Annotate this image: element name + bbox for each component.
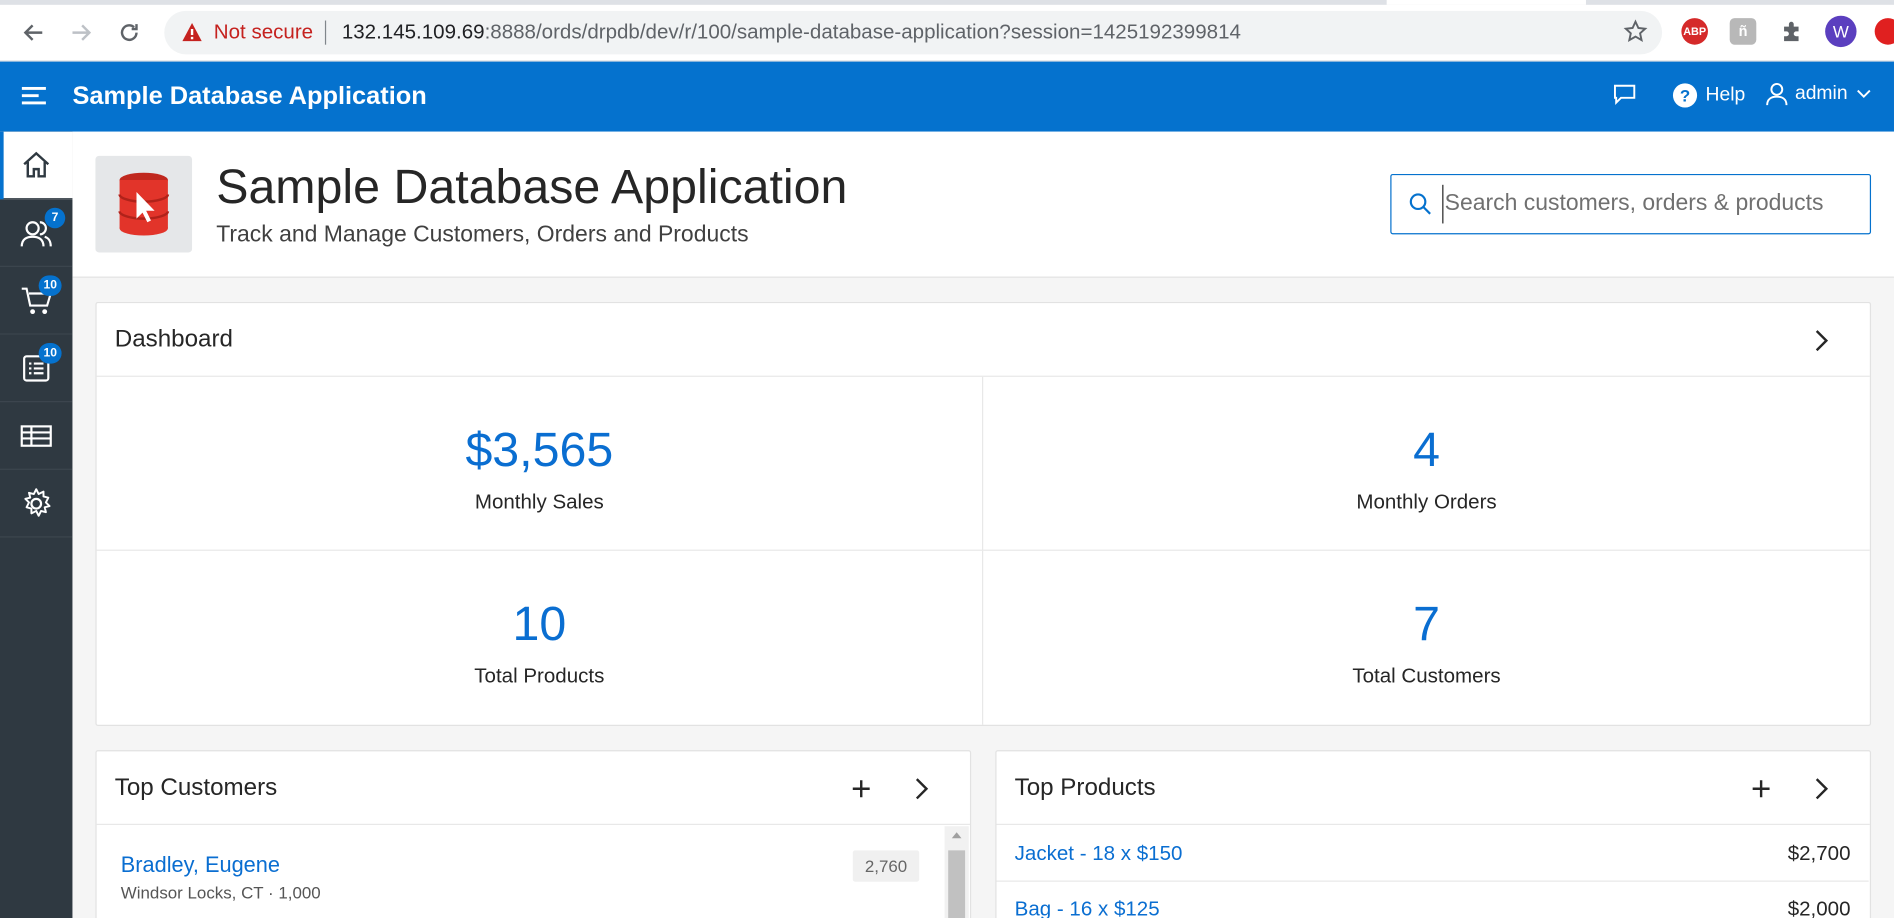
active-tab[interactable] — [1386, 0, 1586, 5]
nav-item-home[interactable] — [0, 131, 73, 200]
app-header: Sample Database Application ? Help admin — [0, 61, 1894, 132]
table-row[interactable]: Jacket - 18 x $150 $2,700 — [996, 826, 1869, 882]
metric-monthly-orders[interactable]: 4 Monthly Orders — [983, 377, 1870, 551]
extension-icon[interactable]: ñ — [1729, 18, 1757, 45]
puzzle-extensions-icon[interactable] — [1778, 18, 1805, 45]
help-button[interactable]: ? Help — [1672, 82, 1746, 109]
update-icon[interactable] — [1874, 18, 1894, 45]
nav-item-products[interactable]: 10 — [0, 335, 73, 403]
chevron-down-icon — [1856, 89, 1871, 98]
top-products-region: Top Products Jacket - 18 x $150 $2,700 B… — [995, 750, 1872, 918]
customer-name-link[interactable]: Bradley, Eugene — [121, 853, 280, 878]
orders-badge: 10 — [38, 275, 62, 296]
customer-details: Windsor Locks, CT · 1,000 — [120, 882, 321, 903]
dashboard-header: Dashboard — [96, 303, 1870, 377]
plus-icon — [852, 780, 870, 798]
scrollbar[interactable] — [944, 826, 969, 918]
metric-label: Total Customers — [1352, 664, 1501, 688]
metric-value: 4 — [1413, 423, 1440, 478]
add-product-button[interactable] — [1747, 774, 1776, 803]
home-icon — [23, 151, 50, 177]
scroll-up-arrow-icon[interactable] — [945, 826, 969, 843]
metric-value: 10 — [512, 597, 567, 652]
gear-icon — [24, 487, 51, 517]
tab-strip — [0, 0, 1894, 5]
top-customers-region: Top Customers Bradley, Eugene Windsor Lo… — [95, 750, 972, 918]
top-products-header: Top Products — [996, 751, 1870, 825]
forward-icon[interactable] — [64, 16, 98, 50]
main-content: Dashboard $3,565 Monthly Sales 4 Monthly… — [72, 277, 1894, 918]
feedback-icon[interactable] — [1611, 82, 1638, 106]
metric-label: Monthly Orders — [1356, 490, 1497, 514]
product-amount: $2,700 — [1787, 841, 1851, 865]
metric-total-products[interactable]: 10 Total Products — [97, 550, 984, 725]
help-label: Help — [1705, 84, 1746, 106]
warning-icon — [181, 22, 203, 49]
back-icon[interactable] — [17, 16, 51, 50]
product-link[interactable]: Bag - 16 x $125 — [1015, 897, 1160, 918]
nav-item-administration[interactable] — [0, 470, 73, 538]
database-icon — [118, 172, 170, 236]
search-field[interactable] — [1390, 173, 1872, 235]
url-text[interactable]: 132.145.109.69:8888/ords/drpdb/dev/r/100… — [342, 21, 1241, 45]
bookmark-star-icon[interactable] — [1623, 19, 1648, 49]
page-subtitle: Track and Manage Customers, Orders and P… — [216, 222, 749, 248]
omnibox-separator — [324, 20, 327, 45]
not-secure-label[interactable]: Not secure — [214, 21, 313, 45]
top-customers-header: Top Customers — [96, 751, 970, 825]
customers-badge: 7 — [44, 207, 66, 229]
metric-total-customers[interactable]: 7 Total Customers — [983, 551, 1870, 725]
list-item[interactable]: Bradley, Eugene Windsor Locks, CT · 1,00… — [97, 826, 952, 918]
user-icon — [1766, 82, 1788, 106]
user-menu-button[interactable]: admin — [1766, 82, 1872, 106]
nav-item-reports[interactable] — [0, 402, 73, 470]
product-link[interactable]: Jacket - 18 x $150 — [1015, 842, 1183, 866]
profile-avatar[interactable]: W — [1825, 15, 1857, 48]
address-bar[interactable]: Not secure 132.145.109.69:8888/ords/drpd… — [164, 10, 1663, 55]
side-navigation: 7 10 10 — [0, 131, 73, 918]
chevron-right-icon[interactable] — [1807, 326, 1836, 355]
metric-value: 7 — [1413, 597, 1440, 652]
top-products-title: Top Products — [1014, 774, 1156, 801]
product-amount: $2,000 — [1787, 897, 1851, 918]
plus-icon — [1752, 780, 1770, 798]
metric-monthly-sales[interactable]: $3,565 Monthly Sales — [96, 376, 984, 551]
menu-toggle-icon[interactable] — [21, 83, 49, 113]
metric-value: $3,565 — [465, 423, 614, 478]
table-row[interactable]: Bag - 16 x $125 $2,000 — [997, 882, 1869, 918]
browser-toolbar: Not secure 132.145.109.69:8888/ords/drpd… — [0, 0, 1894, 62]
top-customers-title: Top Customers — [114, 774, 278, 801]
nav-item-orders[interactable]: 10 — [0, 267, 73, 335]
reload-icon[interactable] — [112, 16, 146, 50]
dashboard-region: Dashboard $3,565 Monthly Sales 4 Monthly… — [95, 301, 1872, 726]
nav-item-customers[interactable]: 7 — [0, 199, 73, 267]
hero-region: Sample Database Application Track and Ma… — [72, 131, 1894, 278]
page-title: Sample Database Application — [216, 160, 848, 214]
scrollbar-thumb[interactable] — [948, 850, 966, 918]
metric-label: Total Products — [474, 664, 605, 688]
user-label: admin — [1794, 83, 1848, 104]
customer-amount-badge: 2,760 — [852, 850, 920, 882]
products-badge: 10 — [38, 343, 62, 364]
help-icon: ? — [1672, 83, 1698, 108]
metric-label: Monthly Sales — [474, 490, 604, 514]
chevron-right-icon[interactable] — [907, 774, 936, 803]
search-input[interactable] — [1442, 184, 1859, 224]
add-customer-button[interactable] — [847, 774, 876, 803]
chevron-right-icon[interactable] — [1807, 774, 1836, 803]
svg-text:?: ? — [1680, 86, 1690, 105]
app-logo — [95, 155, 193, 253]
dashboard-title: Dashboard — [114, 326, 233, 353]
adblock-extension-icon[interactable]: ABP — [1681, 18, 1708, 45]
search-icon — [1408, 192, 1432, 222]
app-title[interactable]: Sample Database Application — [72, 82, 426, 111]
table-icon — [20, 424, 52, 447]
